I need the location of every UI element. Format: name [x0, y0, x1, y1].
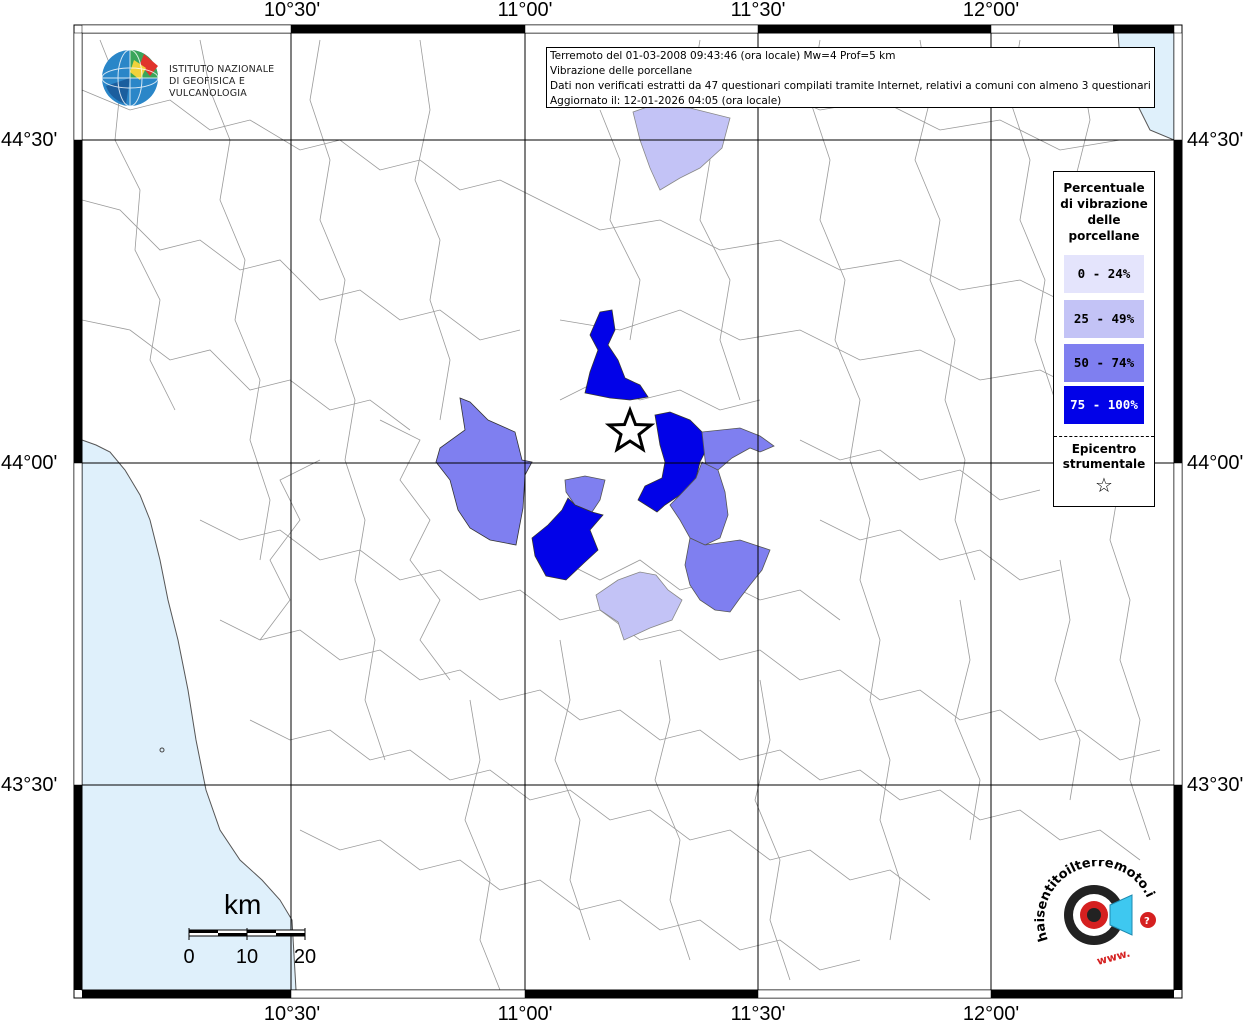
lon-tick-top: 10°30' [263, 0, 321, 21]
ingv-logo-text: ISTITUTO NAZIONALE DI GEOFISICA E VULCAN… [169, 64, 310, 100]
lat-tick-right: 44°00' [1187, 452, 1244, 474]
seismic-target-icon: haisentitoilterremoto.it ? www. [1027, 849, 1157, 968]
lat-tick-left: 44°30' [1, 129, 58, 151]
event-title: Terremoto del 01-03-2008 09:43:46 (ora l… [550, 50, 896, 62]
scale-unit: km [224, 889, 262, 920]
lon-tick-bottom: 11°30' [730, 1003, 786, 1025]
legend-title-line: delle [1087, 213, 1121, 227]
lat-tick-right: 43°30' [1187, 774, 1244, 796]
legend: Percentuale di vibrazione delle porcella… [1053, 171, 1155, 507]
svg-text:www.: www. [1095, 947, 1131, 968]
lon-tick-bottom: 12°00' [962, 1003, 1020, 1025]
logo-line-1: ISTITUTO NAZIONALE [169, 64, 275, 75]
legend-class-50-74: 50 - 74% [1064, 344, 1144, 382]
legend-epicenter-line-1: Epicentro [1071, 442, 1137, 456]
legend-epicenter-line-2: strumentale [1062, 457, 1146, 471]
scale-tick: 10 [235, 946, 259, 968]
legend-epicenter: Epicentro strumentale ☆ [1054, 442, 1154, 498]
logo-line-2: DI GEOFISICA E VULCANOLOGIA [169, 76, 247, 99]
event-info-box: Terremoto del 01-03-2008 09:43:46 (ora l… [546, 47, 1155, 108]
legend-class-0-24: 0 - 24% [1064, 255, 1144, 293]
legend-separator [1054, 436, 1154, 437]
legend-class-75-100: 75 - 100% [1064, 386, 1144, 424]
legend-title-line: Percentuale [1063, 181, 1145, 195]
legend-title: Percentuale di vibrazione delle porcella… [1054, 180, 1154, 244]
lat-tick-right: 44°30' [1187, 129, 1244, 151]
lon-tick-bottom: 10°30' [263, 1003, 321, 1025]
legend-class-25-49: 25 - 49% [1064, 300, 1144, 338]
globe-icon [101, 49, 159, 107]
lon-tick-top: 12°00' [962, 0, 1020, 21]
lat-tick-left: 43°30' [1, 774, 58, 796]
haisentito-logo: haisentitoilterremoto.it ? www. [1027, 849, 1170, 980]
scale-tick: 0 [183, 946, 195, 968]
ingv-logo: ISTITUTO NAZIONALE DI GEOFISICA E VULCAN… [100, 46, 310, 110]
lon-tick-bottom: 11°00' [497, 1003, 553, 1025]
updated-at: Aggiornato il: 12-01-2026 04:05 (ora loc… [550, 95, 782, 107]
legend-title-line: porcellane [1068, 229, 1140, 243]
legend-title-line: di vibrazione [1060, 197, 1148, 211]
lon-tick-top: 11°30' [730, 0, 786, 21]
legend-star-icon: ☆ [1095, 473, 1113, 497]
map-subject: Vibrazione delle porcellane [550, 65, 693, 77]
data-note: Dati non verificati estratti da 47 quest… [550, 80, 1151, 92]
scale-tick: 20 [293, 946, 317, 968]
svg-text:?: ? [1144, 916, 1150, 927]
lon-tick-top: 11°00' [497, 0, 553, 21]
lat-tick-left: 44°00' [1, 452, 58, 474]
